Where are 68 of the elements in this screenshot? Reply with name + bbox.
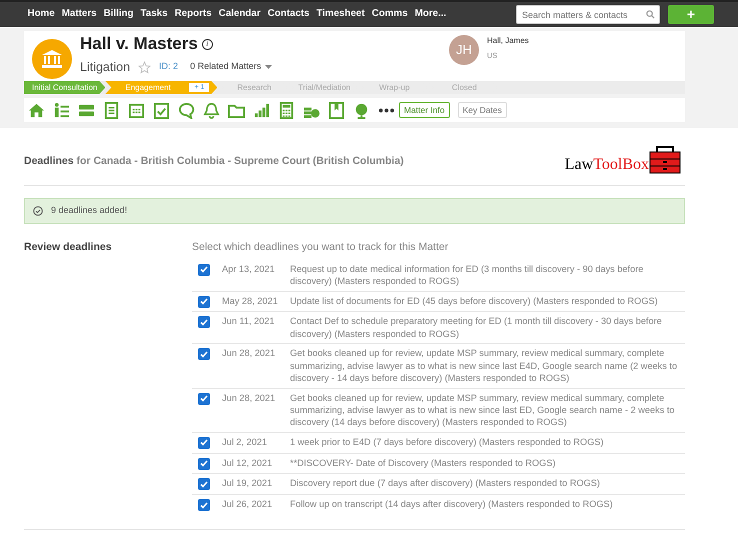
deadline-date: Jul 2, 2021	[221, 436, 268, 449]
deadline-description: Get books cleaned up for review, update MSP summary, review medical summary, complete summarizing, advise lawyer as to what is new since last E4D, Google search name (2 weeks to discovery - 14 days before discovery) (Masters responded to ROGS)	[290, 347, 678, 384]
nav-link[interactable]: Home	[24, 7, 58, 22]
home-icon[interactable]	[28, 102, 45, 118]
nav-link[interactable]: More...	[411, 7, 450, 22]
checkbox[interactable]	[198, 348, 210, 360]
caret-icon	[265, 65, 272, 70]
star-icon[interactable]	[138, 60, 152, 74]
nav-link[interactable]: Reports	[171, 7, 216, 22]
chat-icon[interactable]	[178, 102, 195, 118]
matter-type: Litigation	[80, 58, 130, 76]
nav-link[interactable]: Tasks	[137, 7, 172, 22]
related-matters-dropdown[interactable]: 0 Related Matters	[190, 60, 272, 74]
deadline-date: Jul 19, 2021	[221, 477, 274, 490]
nav-link[interactable]: Matters	[58, 7, 100, 22]
deadline-date: Jul 26, 2021	[221, 498, 274, 512]
deadline-date: Jun 11, 2021	[221, 315, 276, 328]
search-icon	[646, 10, 655, 19]
nav-link[interactable]: Timesheet	[312, 7, 368, 22]
deadline-date: Jun 28, 2021	[221, 392, 276, 404]
deadline-date: Jun 28, 2021	[221, 347, 276, 360]
check-circle-icon	[33, 206, 43, 216]
bookmark-icon[interactable]	[328, 102, 345, 118]
checkbox[interactable]	[198, 436, 210, 449]
nav-link[interactable]: Comms	[368, 7, 412, 22]
deadline-date: May 28, 2021	[221, 294, 279, 308]
deadline-description: Update list of documents for ED (45 days before discovery) (Masters responded to ROGS)	[290, 294, 658, 308]
checkbox[interactable]	[198, 264, 210, 276]
deadline-description: Discovery report due (7 days after discovery) (Masters responded to ROGS)	[290, 477, 600, 490]
matter-title: Hall v. Masters	[80, 35, 198, 54]
deadlines-heading: Deadlines for Canada - British Columbia - Supreme Court (British Columbia)	[24, 154, 404, 169]
deadline-description: 1 week prior to E4D (7 days before discovery) (Masters responded to ROGS)	[290, 436, 604, 449]
bar-chart-icon[interactable]	[253, 102, 270, 118]
tab[interactable]: Matter Info	[399, 102, 450, 118]
deadline-date: Apr 13, 2021	[221, 262, 276, 276]
search-field[interactable]: Search matters & contacts	[516, 5, 660, 24]
checkbox[interactable]	[198, 478, 210, 490]
nav-link[interactable]: Calendar	[215, 7, 264, 22]
deadline-date: Jul 12, 2021	[221, 456, 274, 470]
tab[interactable]: Key Dates	[458, 102, 507, 118]
matter-id: ID: 2	[159, 60, 178, 74]
avatar: JH	[449, 35, 479, 65]
nav-link[interactable]: Billing	[100, 7, 138, 22]
info-icon[interactable]: i	[202, 38, 213, 50]
calculator-icon[interactable]	[278, 102, 295, 118]
checkbox[interactable]	[198, 499, 210, 512]
checkbox[interactable]	[198, 316, 210, 328]
bell-icon[interactable]	[203, 102, 220, 118]
alert-text: 9 deadlines added!	[51, 204, 128, 218]
lawtoolbox-logo: LawToolBox	[564, 146, 681, 177]
deadline-description: Contact Def to schedule preparatory meeting for ED (1 month till discovery - 30 days before discovery) (Masters responded to ROGS)	[290, 315, 663, 340]
matter-logo-icon	[32, 39, 72, 79]
checklist-icon[interactable]	[153, 102, 170, 118]
instructions-text: Select which deadlines you want to track for this Matter	[192, 240, 450, 255]
calendar-icon[interactable]	[128, 102, 145, 118]
checkbox[interactable]	[198, 392, 210, 404]
client-name[interactable]: Hall, James	[487, 35, 529, 47]
nav-link[interactable]: Contacts	[264, 7, 313, 22]
checkbox[interactable]	[198, 296, 210, 308]
deadline-description: Follow up on transcript (14 days after discovery) (Masters responded to ROGS)	[290, 498, 613, 512]
review-label: Review deadlines	[24, 240, 113, 255]
deadline-description: **DISCOVERY- Date of Discovery (Masters responded to ROGS)	[290, 456, 556, 470]
deadline-description: Get books cleaned up for review, update MSP summary, review medical summary, complete summarizing, advise lawyer as to what is new since last ED, Google search name - 2 weeks to discovery (14 days before discovery) (Masters responded to ROGS)	[290, 392, 676, 429]
deadline-description: Request up to date medical information for ED (3 months till discovery - 90 days before discovery) (Masters responded to ROGS)	[290, 262, 644, 288]
list-icon[interactable]	[53, 102, 70, 118]
document-icon[interactable]	[103, 102, 120, 118]
globe-icon[interactable]	[353, 102, 370, 118]
checkbox[interactable]	[198, 458, 210, 470]
